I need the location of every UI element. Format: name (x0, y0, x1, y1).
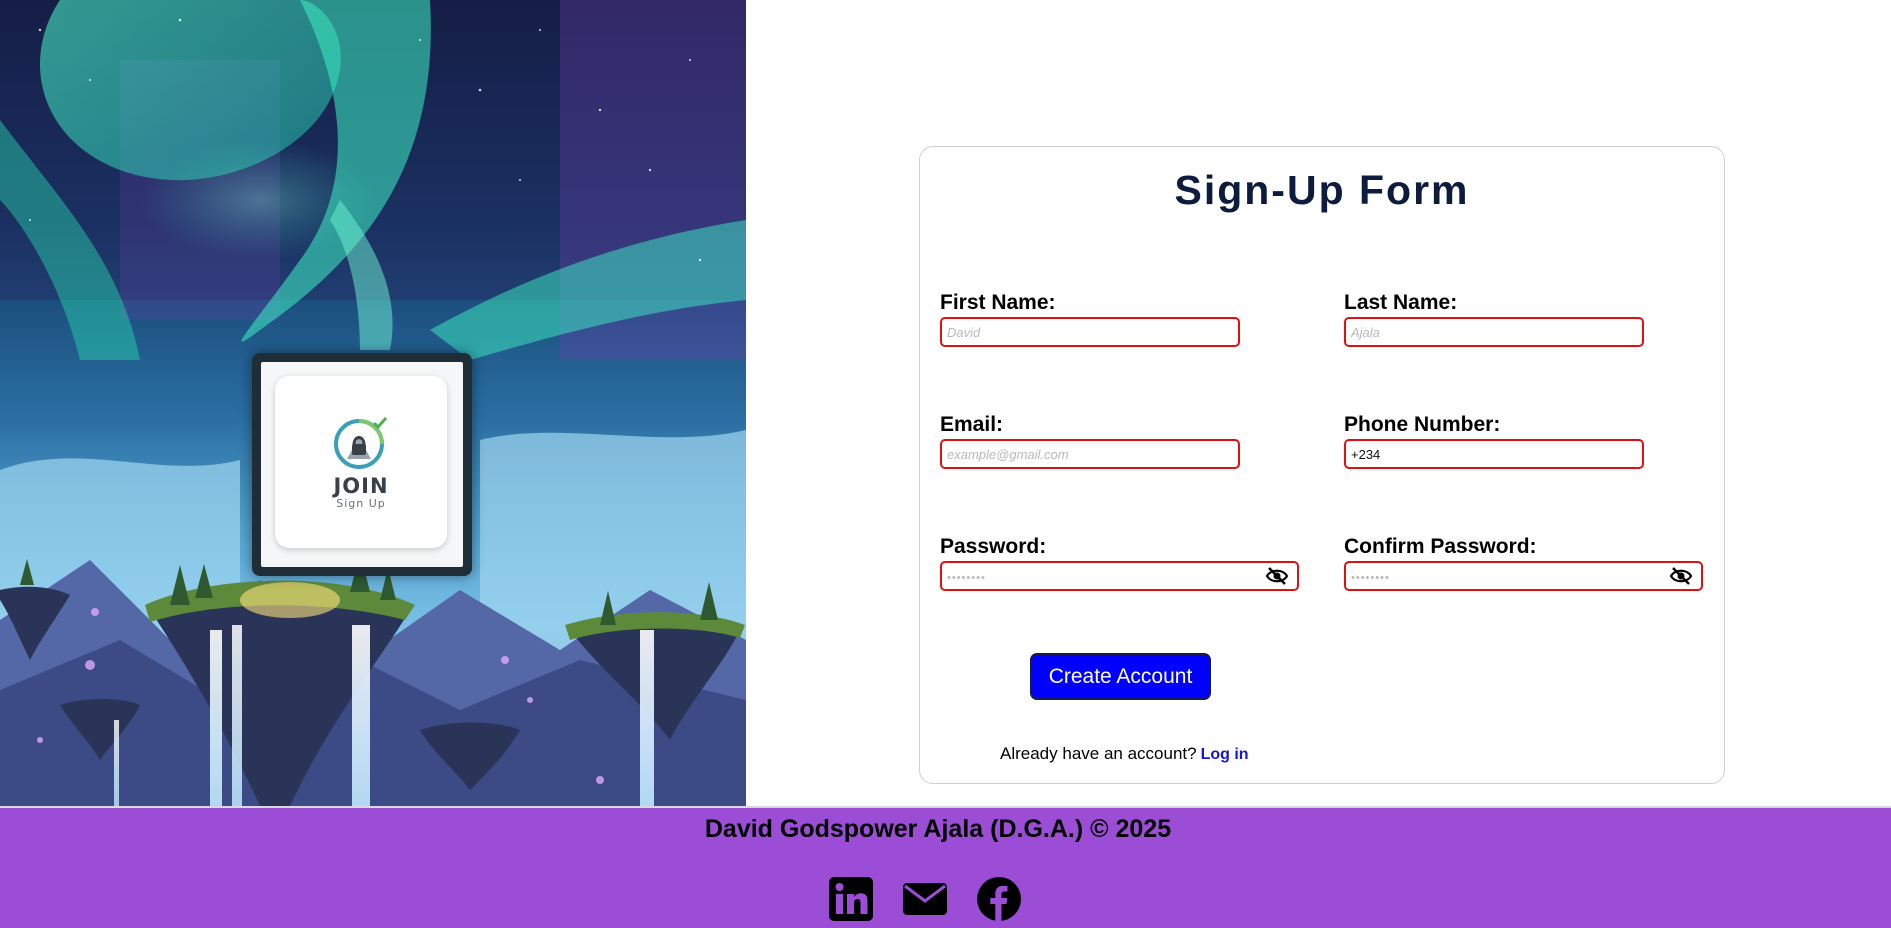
login-prompt-text: Already have an account? (1000, 744, 1197, 763)
logo-subtitle: Sign Up (336, 496, 386, 510)
confirm-password-input[interactable] (1346, 563, 1701, 589)
linkedin-icon[interactable] (828, 876, 874, 922)
email-input[interactable] (942, 441, 1238, 467)
first-name-label: First Name: (940, 291, 1056, 314)
first-name-field: First Name: (940, 292, 1240, 347)
password-input[interactable] (942, 563, 1297, 589)
phone-label: Phone Number: (1344, 413, 1501, 436)
logo-title: JOIN (333, 473, 389, 498)
social-links (828, 876, 1022, 922)
phone-box (1344, 439, 1644, 469)
email-box (940, 439, 1240, 469)
join-logo: JOIN Sign Up (275, 376, 447, 548)
footer: David Godspower Ajala (D.G.A.) © 2025 (0, 806, 1891, 928)
confirm-password-label: Confirm Password: (1344, 535, 1537, 558)
toggle-password-visibility-icon[interactable] (1265, 566, 1289, 586)
email-icon[interactable] (902, 876, 948, 922)
last-name-field: Last Name: (1344, 292, 1644, 347)
last-name-label: Last Name: (1344, 291, 1458, 314)
form-title: Sign-Up Form (1174, 167, 1470, 213)
aurora-artwork: JOIN Sign Up (0, 0, 746, 806)
first-name-input[interactable] (942, 319, 1238, 345)
password-box (940, 561, 1299, 591)
last-name-box (1344, 317, 1644, 347)
phone-input[interactable] (1346, 441, 1642, 467)
login-link[interactable]: Log in (1201, 746, 1249, 763)
logo-inner: JOIN Sign Up (261, 362, 463, 567)
phone-field: Phone Number: (1344, 414, 1644, 469)
join-logo-icon (334, 416, 388, 469)
email-field: Email: (940, 414, 1240, 469)
toggle-confirm-password-visibility-icon[interactable] (1669, 566, 1693, 586)
signup-form: Sign-Up Form First Name: Last Name: Emai… (919, 146, 1725, 784)
confirm-password-field: Confirm Password: (1344, 536, 1703, 591)
login-prompt: Already have an account? Log in (1000, 744, 1249, 764)
signup-page: JOIN Sign Up Sign-Up Form First Name: La… (0, 0, 1891, 928)
last-name-input[interactable] (1346, 319, 1642, 345)
create-account-button[interactable]: Create Account (1030, 653, 1211, 700)
facebook-icon[interactable] (976, 876, 1022, 922)
first-name-box (940, 317, 1240, 347)
confirm-password-box (1344, 561, 1703, 591)
footer-copyright: David Godspower Ajala (D.G.A.) © 2025 (704, 815, 1172, 843)
logo-frame: JOIN Sign Up (252, 353, 472, 576)
email-label: Email: (940, 413, 1004, 436)
password-field: Password: (940, 536, 1299, 591)
password-label: Password: (940, 535, 1047, 558)
